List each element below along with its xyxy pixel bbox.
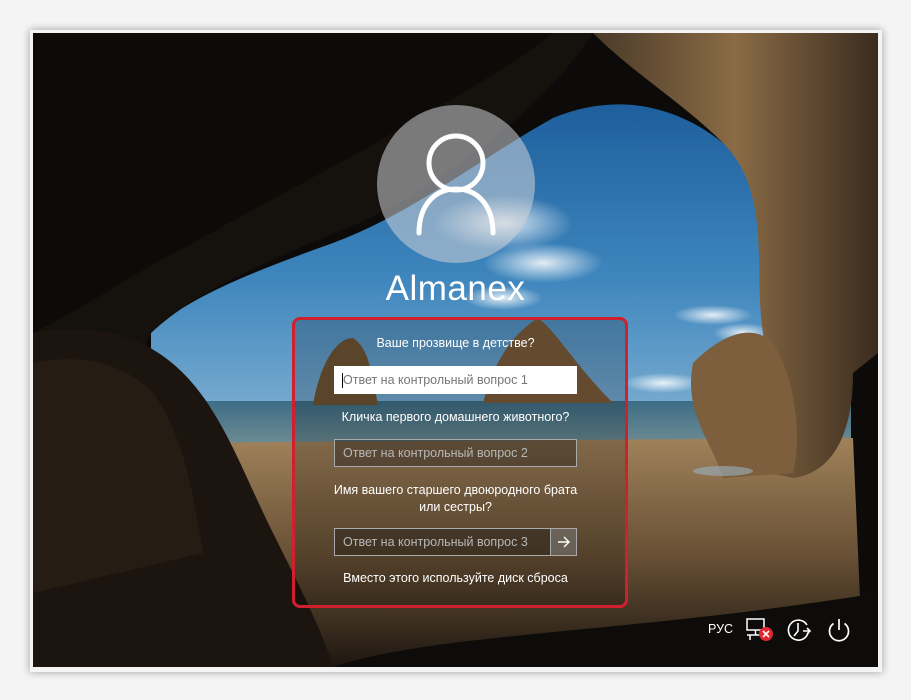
answer-1-input[interactable]	[334, 366, 577, 394]
question-3-line2: или сестры?	[419, 500, 492, 514]
user-icon	[416, 133, 496, 236]
power-icon[interactable]	[825, 616, 853, 644]
reset-disk-link[interactable]: Вместо этого используйте диск сброса	[303, 571, 608, 585]
lock-screen: Almanex Ваше прозвище в детстве? Кличка …	[33, 33, 878, 667]
question-3-label: Имя вашего старшего двоюродного брата ил…	[323, 482, 588, 516]
answer-3-input[interactable]	[334, 528, 551, 556]
submit-button[interactable]	[550, 528, 577, 556]
question-1-label: Ваше прозвище в детстве?	[376, 336, 535, 350]
network-disconnected-icon[interactable]	[745, 617, 775, 643]
question-2-label: Кличка первого домашнего животного?	[341, 410, 570, 424]
accessibility-icon[interactable]	[785, 616, 813, 644]
user-name: Almanex	[385, 269, 526, 308]
language-indicator[interactable]: РУС	[708, 622, 733, 636]
user-avatar	[377, 105, 535, 263]
question-3-line1: Имя вашего старшего двоюродного брата	[333, 483, 578, 497]
answer-2-input[interactable]	[334, 439, 577, 467]
text-caret	[342, 373, 343, 388]
arrow-right-icon	[557, 536, 570, 548]
